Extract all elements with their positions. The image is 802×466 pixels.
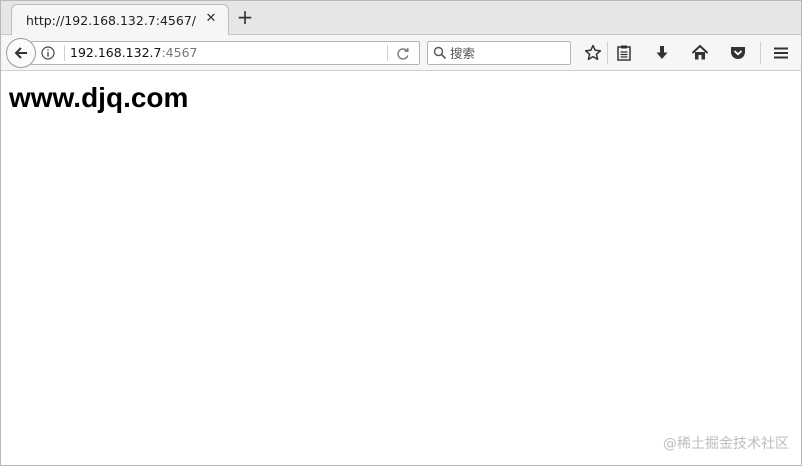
url-separator (64, 45, 65, 61)
browser-window: http://192.168.132.7:4567/ ✕ + 192.168.1… (0, 0, 802, 466)
home-icon[interactable] (690, 43, 710, 63)
info-icon[interactable] (41, 46, 55, 60)
watermark: @稀土掘金技术社区 (663, 436, 789, 452)
page-content: www.djq.com (1, 72, 801, 465)
download-icon[interactable] (652, 43, 672, 63)
tab-title: http://192.168.132.7:4567/ (26, 13, 196, 28)
browser-tab[interactable]: http://192.168.132.7:4567/ ✕ (11, 4, 229, 36)
navigation-bar: 192.168.132.7:4567 (1, 35, 801, 71)
new-tab-button[interactable]: + (235, 6, 255, 28)
reading-list-icon[interactable] (614, 43, 634, 63)
tab-close-icon[interactable]: ✕ (204, 11, 218, 27)
back-button[interactable] (6, 38, 36, 68)
back-arrow-icon (14, 47, 27, 59)
bookmark-star-icon[interactable] (583, 43, 603, 63)
page-heading: www.djq.com (9, 82, 189, 113)
reload-separator (387, 45, 388, 61)
menu-icon[interactable] (771, 43, 791, 63)
url-host: 192.168.132.7 (70, 45, 162, 60)
url-port: :4567 (161, 45, 198, 60)
toolbar-separator (760, 42, 761, 64)
search-input[interactable] (450, 44, 568, 62)
url-bar[interactable]: 192.168.132.7:4567 (31, 41, 420, 65)
search-bar[interactable] (427, 41, 571, 65)
url-text[interactable]: 192.168.132.7:4567 (70, 45, 197, 60)
reload-icon[interactable] (395, 46, 411, 62)
pocket-icon[interactable] (728, 43, 748, 63)
toolbar-separator (607, 42, 608, 64)
tab-strip: http://192.168.132.7:4567/ ✕ + (1, 1, 801, 36)
search-icon (433, 46, 447, 63)
